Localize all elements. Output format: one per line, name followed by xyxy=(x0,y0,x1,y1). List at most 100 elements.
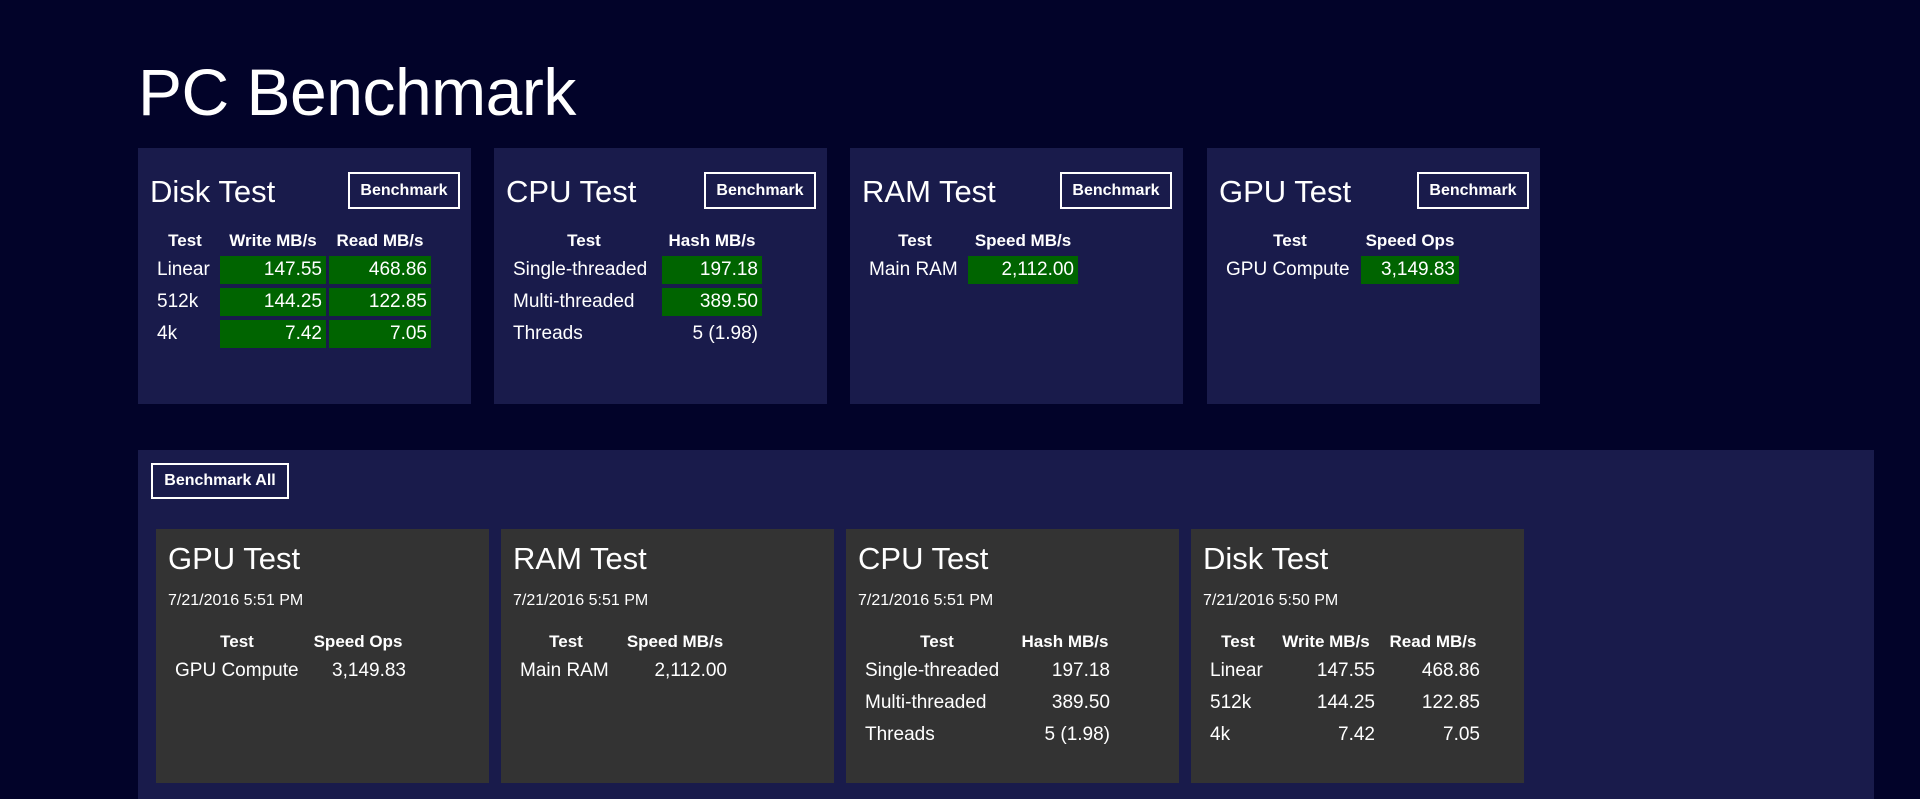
history-panel: Benchmark All GPU Test 7/21/2016 5:51 PM… xyxy=(138,450,1874,799)
history-ram-tile: RAM Test 7/21/2016 5:51 PM Test Speed MB… xyxy=(501,529,834,783)
ram-test-tile: RAM Test Benchmark Test Speed MB/s Main … xyxy=(850,148,1183,404)
hash-value: 197.18 xyxy=(662,256,762,284)
column-header: Speed MB/s xyxy=(626,632,724,651)
tile-title: GPU Test xyxy=(168,541,301,576)
column-header: Test xyxy=(1221,632,1255,651)
row-label: 4k xyxy=(157,323,178,344)
threads-value: 5 (1.98) xyxy=(692,323,758,344)
history-disk-table: Test Write MB/s Read MB/s Linear 147.55 … xyxy=(1203,627,1487,753)
row-label: Main RAM xyxy=(869,259,958,280)
read-value: 7.05 xyxy=(329,320,431,348)
tile-title: CPU Test xyxy=(858,541,989,576)
column-header: Speed Ops xyxy=(313,632,403,651)
read-value: 122.85 xyxy=(1421,692,1480,713)
timestamp: 7/21/2016 5:51 PM xyxy=(858,592,994,609)
table-row: Main RAM 2,112.00 xyxy=(516,657,731,685)
write-value: 147.55 xyxy=(220,256,326,284)
history-ram-table: Test Speed MB/s Main RAM 2,112.00 xyxy=(513,627,734,689)
read-value: 122.85 xyxy=(329,288,431,316)
timestamp: 7/21/2016 5:50 PM xyxy=(1203,592,1339,609)
column-header: Read MB/s xyxy=(336,231,424,250)
tile-title: RAM Test xyxy=(513,541,647,576)
column-header: Test xyxy=(1273,231,1307,250)
row-label: Threads xyxy=(513,323,583,344)
table-row: 4k 7.42 7.05 xyxy=(1206,721,1484,749)
tile-title: RAM Test xyxy=(862,174,996,209)
ram-results-table: Test Speed MB/s Main RAM 2,112.00 xyxy=(862,226,1081,288)
write-value: 7.42 xyxy=(1338,724,1375,745)
speed-value: 2,112.00 xyxy=(968,256,1078,284)
table-row: Linear 147.55 468.86 xyxy=(153,256,431,284)
column-header: Test xyxy=(220,632,254,651)
column-header: Test xyxy=(567,231,601,250)
gpu-test-tile: GPU Test Benchmark Test Speed Ops GPU Co… xyxy=(1207,148,1540,404)
hash-value: 389.50 xyxy=(662,288,762,316)
table-row: GPU Compute 3,149.83 xyxy=(1222,256,1459,284)
table-row: Multi-threaded 389.50 xyxy=(509,288,762,316)
disk-benchmark-button[interactable]: Benchmark xyxy=(348,172,460,209)
row-label: Multi-threaded xyxy=(865,692,987,713)
history-cpu-tile: CPU Test 7/21/2016 5:51 PM Test Hash MB/… xyxy=(846,529,1179,783)
table-row: GPU Compute 3,149.83 xyxy=(171,657,410,685)
column-header: Test xyxy=(920,632,954,651)
column-header: Read MB/s xyxy=(1389,632,1477,651)
page-title: PC Benchmark xyxy=(138,55,576,129)
disk-results-table: Test Write MB/s Read MB/s Linear 147.55 … xyxy=(150,226,434,352)
hash-value: 197.18 xyxy=(1051,660,1110,681)
history-gpu-table: Test Speed Ops GPU Compute 3,149.83 xyxy=(168,627,413,689)
speed-value: 3,149.83 xyxy=(332,660,406,681)
row-label: Single-threaded xyxy=(513,259,648,280)
write-value: 144.25 xyxy=(220,288,326,316)
table-row: Threads 5 (1.98) xyxy=(509,320,762,348)
speed-value: 2,112.00 xyxy=(654,660,727,681)
tile-title: CPU Test xyxy=(506,174,637,209)
table-row: 4k 7.42 7.05 xyxy=(153,320,431,348)
table-row: Single-threaded 197.18 xyxy=(509,256,762,284)
threads-value: 5 (1.98) xyxy=(1044,724,1110,745)
column-header: Test xyxy=(898,231,932,250)
column-header: Test xyxy=(168,231,202,250)
row-label: GPU Compute xyxy=(1226,259,1350,280)
table-row: Linear 147.55 468.86 xyxy=(1206,657,1484,685)
row-label: Main RAM xyxy=(520,660,609,681)
table-row: Multi-threaded 389.50 xyxy=(861,689,1114,717)
table-row: Threads 5 (1.98) xyxy=(861,721,1114,749)
gpu-benchmark-button[interactable]: Benchmark xyxy=(1417,172,1529,209)
timestamp: 7/21/2016 5:51 PM xyxy=(168,592,304,609)
column-header: Hash MB/s xyxy=(1021,632,1109,651)
history-gpu-tile: GPU Test 7/21/2016 5:51 PM Test Speed Op… xyxy=(156,529,489,783)
row-label: Linear xyxy=(1210,660,1263,681)
read-value: 7.05 xyxy=(1443,724,1480,745)
history-disk-tile: Disk Test 7/21/2016 5:50 PM Test Write M… xyxy=(1191,529,1524,783)
table-row: Single-threaded 197.18 xyxy=(861,657,1114,685)
column-header: Write MB/s xyxy=(1282,632,1370,651)
row-label: Multi-threaded xyxy=(513,291,635,312)
hash-value: 389.50 xyxy=(1051,692,1110,713)
row-label: Single-threaded xyxy=(865,660,1000,681)
cpu-benchmark-button[interactable]: Benchmark xyxy=(704,172,816,209)
speed-value: 3,149.83 xyxy=(1361,256,1459,284)
table-row: 512k 144.25 122.85 xyxy=(153,288,431,316)
row-label: GPU Compute xyxy=(175,660,299,681)
history-cpu-table: Test Hash MB/s Single-threaded 197.18 Mu… xyxy=(858,627,1117,753)
tile-title: Disk Test xyxy=(150,174,276,209)
column-header: Test xyxy=(549,632,583,651)
cpu-test-tile: CPU Test Benchmark Test Hash MB/s Single… xyxy=(494,148,827,404)
row-label: Threads xyxy=(865,724,935,745)
read-value: 468.86 xyxy=(1421,660,1480,681)
column-header: Speed MB/s xyxy=(974,231,1072,250)
ram-benchmark-button[interactable]: Benchmark xyxy=(1060,172,1172,209)
cpu-results-table: Test Hash MB/s Single-threaded 197.18 Mu… xyxy=(506,226,765,352)
write-value: 7.42 xyxy=(220,320,326,348)
tile-title: Disk Test xyxy=(1203,541,1329,576)
row-label: 4k xyxy=(1210,724,1231,745)
timestamp: 7/21/2016 5:51 PM xyxy=(513,592,649,609)
table-row: Main RAM 2,112.00 xyxy=(865,256,1078,284)
column-header: Write MB/s xyxy=(229,231,317,250)
column-header: Speed Ops xyxy=(1365,231,1455,250)
write-value: 147.55 xyxy=(1316,660,1375,681)
row-label: Linear xyxy=(157,259,210,280)
row-label: 512k xyxy=(157,291,199,312)
benchmark-all-button[interactable]: Benchmark All xyxy=(151,463,289,499)
gpu-results-table: Test Speed Ops GPU Compute 3,149.83 xyxy=(1219,226,1462,288)
